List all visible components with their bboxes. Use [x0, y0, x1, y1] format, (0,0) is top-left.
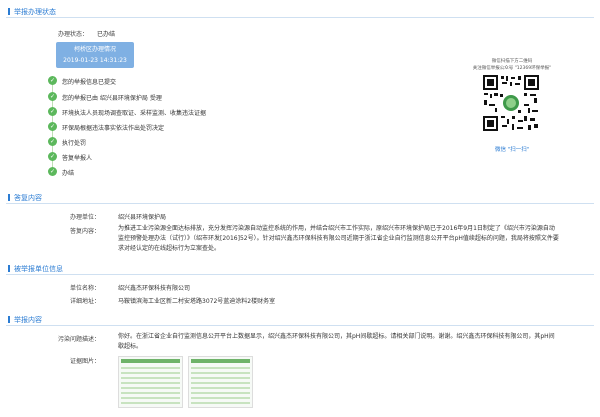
section-marker	[8, 316, 10, 323]
section-marker	[8, 8, 10, 15]
timeline-step-text: 环境执法人员现场调查取证、采样监测、收集违法证据	[62, 110, 207, 117]
evidence-image-1[interactable]	[118, 356, 183, 408]
check-icon: ✓	[48, 137, 57, 146]
section-marker	[8, 265, 10, 272]
address-value: 马鞍镇滨海工业区新二村安塔路3072号蓝迪涂料2楼财务室	[118, 298, 276, 305]
name-label: 单位名称：	[69, 285, 100, 292]
timeline-step-text: 办结	[62, 170, 75, 177]
check-icon: ✓	[48, 167, 57, 176]
section-title: 举报办理状态	[14, 8, 56, 16]
qr-code-icon	[482, 74, 540, 132]
image-placeholder	[121, 367, 180, 369]
image-placeholder	[121, 377, 180, 379]
reply-text: 为推进工业污染源全面达标排放，充分发挥污染源自动监控系统的作用，并结合绍兴市工作…	[118, 225, 559, 252]
image-placeholder	[121, 402, 180, 404]
reply-label: 答复内容：	[69, 228, 100, 235]
unit-value: 绍兴县环境保护局	[118, 214, 167, 221]
section-title: 被举报单位信息	[14, 265, 63, 273]
qr-caption-line2: 关注微信举报公众号 "12369环保举报"	[472, 66, 552, 71]
timeline-date-title: 柯桥区办理情况	[73, 46, 116, 53]
qr-caption-line1: 微信扫描下方二维码	[491, 59, 533, 64]
address-label: 详细地址：	[69, 298, 100, 305]
image-placeholder	[191, 392, 250, 394]
timeline-date-box: 柯桥区办理情况 2019-01-23 14:31:23	[56, 42, 134, 68]
status-section-header: 举报办理状态	[6, 5, 594, 18]
check-icon: ✓	[48, 122, 57, 131]
check-icon: ✓	[48, 107, 57, 116]
image-placeholder	[191, 359, 250, 363]
reply-section-header: 答复内容	[6, 191, 594, 204]
check-icon: ✓	[48, 152, 57, 161]
timeline-date: 2019-01-23 14:31:23	[63, 57, 127, 64]
image-placeholder	[121, 387, 180, 389]
check-icon: ✓	[48, 92, 57, 101]
evidence-label: 证据图片：	[69, 358, 100, 365]
image-placeholder	[121, 372, 180, 374]
check-icon: ✓	[48, 76, 57, 85]
qr-scan-label: 微信 "扫一扫"	[495, 147, 530, 153]
section-title: 答复内容	[14, 194, 42, 202]
image-placeholder	[121, 397, 180, 399]
image-placeholder	[191, 387, 250, 389]
status-value: 已办结	[97, 31, 116, 38]
image-placeholder	[191, 377, 250, 379]
image-placeholder	[191, 397, 250, 399]
image-placeholder	[191, 367, 250, 369]
image-placeholder	[191, 402, 250, 404]
section-marker	[8, 194, 10, 201]
evidence-image-2[interactable]	[188, 356, 253, 408]
timeline-step-text: 答复举报人	[62, 155, 93, 162]
image-placeholder	[121, 392, 180, 394]
report-section-header: 举报内容	[6, 313, 594, 326]
desc-label: 污染问题描述：	[57, 336, 100, 343]
timeline-step-text: 环保局根据违法事实依法作出处罚决定	[62, 125, 165, 132]
name-value: 绍兴鑫杰环保科技有限公司	[118, 285, 191, 292]
image-placeholder	[191, 382, 250, 384]
qr-code-graphic	[482, 74, 540, 132]
unit-label: 办理单位：	[69, 214, 100, 221]
desc-text: 你好。在浙江省企业自行监测信息公开平台上数据显示，绍兴鑫杰环保科技有限公司，其p…	[118, 333, 555, 350]
reported-section-header: 被举报单位信息	[6, 262, 594, 275]
section-title: 举报内容	[14, 316, 42, 324]
status-label: 办理状态：	[57, 31, 88, 38]
timeline-step-text: 执行处罚	[62, 140, 87, 147]
timeline-step-text: 您的举报信息已提交	[62, 79, 117, 86]
image-placeholder	[121, 359, 180, 363]
image-placeholder	[121, 382, 180, 384]
timeline-step-text: 您的举报已由 绍兴县环境保护局 受理	[62, 95, 162, 102]
image-placeholder	[191, 372, 250, 374]
